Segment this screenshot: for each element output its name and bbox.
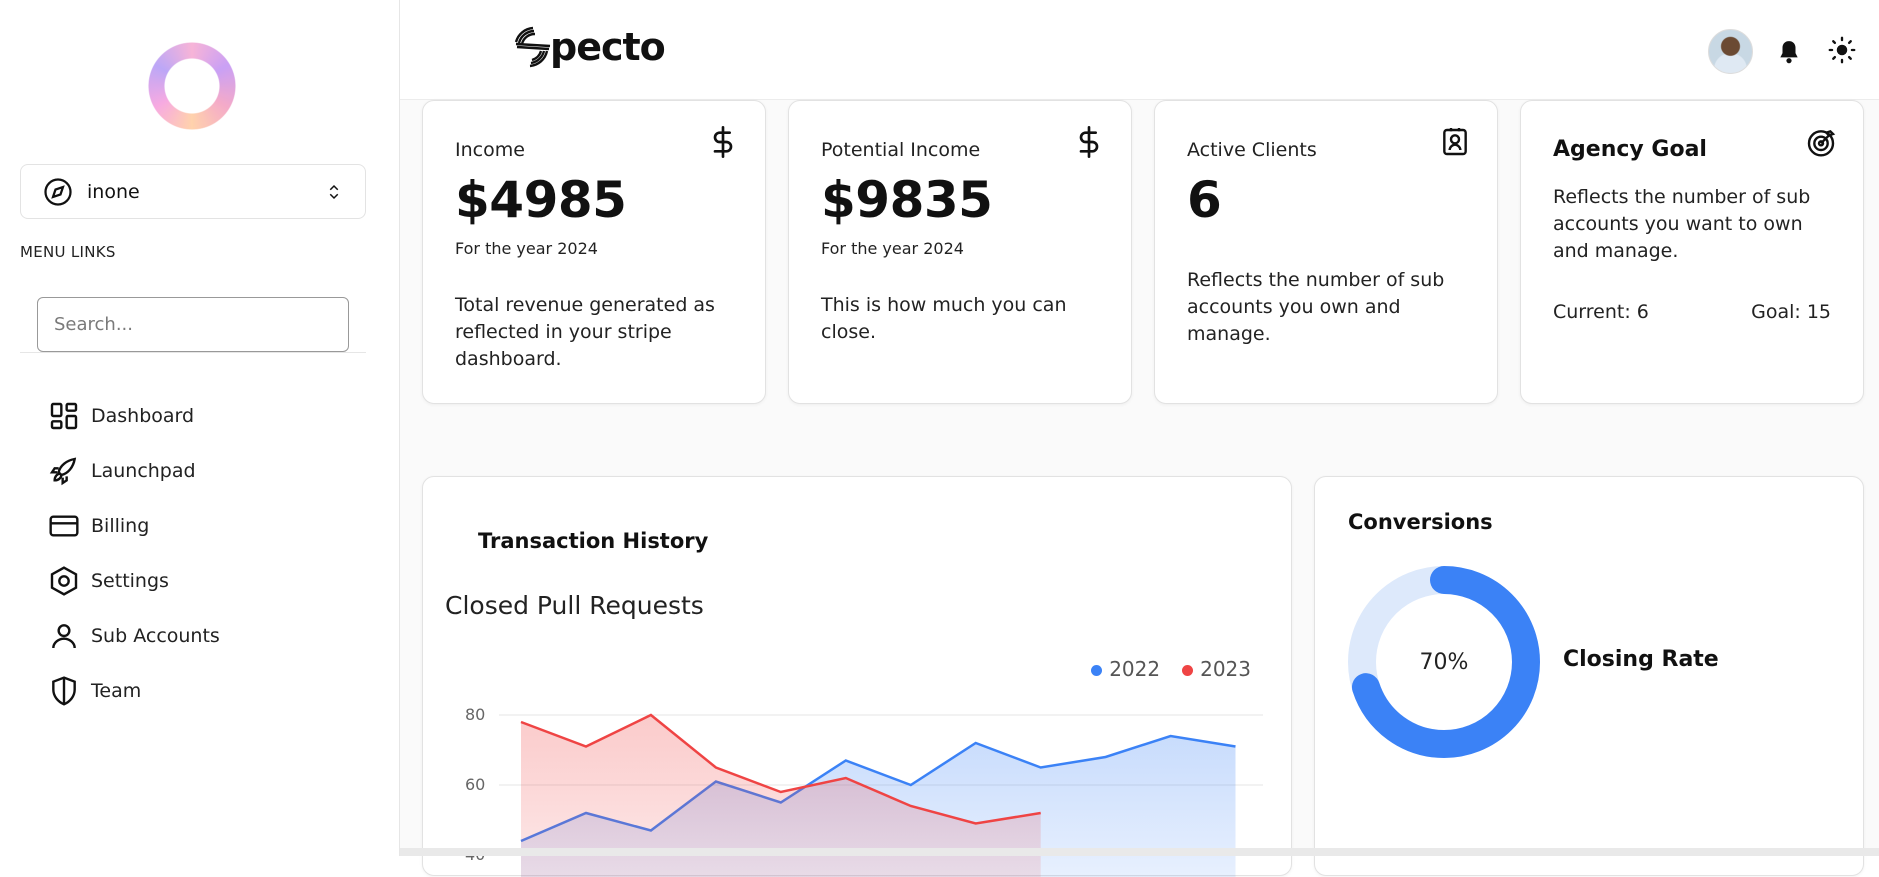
account-name: inone <box>87 180 140 203</box>
user-icon <box>52 623 76 648</box>
sidebar-item-sub-accounts[interactable]: Sub Accounts <box>48 608 220 663</box>
y-tick-label: 80 <box>465 705 485 724</box>
sun-icon[interactable] <box>1828 36 1856 64</box>
avatar[interactable] <box>1708 29 1753 74</box>
active-clients-card: Active Clients 6 Reflects the number of … <box>1154 100 1498 404</box>
y-tick-label: 60 <box>465 775 485 794</box>
sidebar-item-label: Launchpad <box>91 459 196 482</box>
card-label: Active Clients <box>1187 139 1317 161</box>
main-content: Income $4985 For the year 2024 Total rev… <box>400 100 1879 877</box>
goal-current: Current: 6 <box>1553 301 1649 323</box>
sidebar-item-label: Sub Accounts <box>91 624 220 647</box>
card-description: Reflects the number of sub accounts you … <box>1187 269 1445 345</box>
divider <box>20 352 366 353</box>
sidebar-item-label: Dashboard <box>91 404 195 427</box>
card-title: Conversions <box>1348 510 1493 534</box>
brand-name: pecto <box>550 25 666 69</box>
card-label: Income <box>455 139 525 161</box>
card-description: This is how much you can close. <box>821 294 1067 343</box>
donut-percent: 70% <box>1419 649 1469 675</box>
card-value: 6 <box>1187 171 1222 229</box>
dollar-icon <box>1079 126 1099 158</box>
card-label: Potential Income <box>821 139 981 161</box>
sidebar-item-label: Team <box>91 679 142 702</box>
card-value: $4985 <box>455 171 627 229</box>
sidebar-item-label: Settings <box>91 569 169 592</box>
credit-card-icon <box>49 514 79 537</box>
dashboard-icon <box>50 402 78 429</box>
card-description: Reflects the number of sub accounts you … <box>1553 186 1811 262</box>
brand-logo[interactable]: pecto <box>508 22 666 72</box>
chevron-up-down-icon <box>329 184 339 199</box>
sidebar: inone MENU LINKS Dashboard Launchpad Bil… <box>0 0 400 856</box>
sidebar-nav: Dashboard Launchpad Billing Settings Sub… <box>48 388 220 718</box>
sidebar-item-label: Billing <box>91 514 150 537</box>
target-icon <box>1807 129 1836 157</box>
settings-icon <box>50 565 78 596</box>
transaction-history-card: Transaction History Closed Pull Requests… <box>422 476 1292 877</box>
card-title: Agency Goal <box>1553 137 1707 162</box>
sidebar-item-settings[interactable]: Settings <box>48 553 220 608</box>
conversions-card: Conversions 70% Closing Rate <box>1314 476 1864 876</box>
income-card: Income $4985 For the year 2024 Total rev… <box>422 100 766 404</box>
search-input[interactable] <box>37 297 349 352</box>
menu-links-heading: MENU LINKS <box>20 243 116 261</box>
shield-icon <box>52 675 76 706</box>
agency-goal-card: Agency Goal Reflects the number of sub a… <box>1520 100 1864 404</box>
sidebar-item-dashboard[interactable]: Dashboard <box>48 388 220 443</box>
potential-income-card: Potential Income $9835 For the year 2024… <box>788 100 1132 404</box>
contact-icon <box>1443 128 1467 156</box>
area-chart: 806040 <box>465 705 1263 877</box>
dollar-icon <box>713 126 733 158</box>
account-switcher[interactable]: inone <box>20 164 366 219</box>
card-subtitle: For the year 2024 <box>455 239 598 258</box>
agency-logo[interactable] <box>148 42 236 130</box>
sidebar-item-launchpad[interactable]: Launchpad <box>48 443 220 498</box>
goal-progress-row: Current: 6 Goal: 15 <box>1553 301 1831 323</box>
card-subtitle: For the year 2024 <box>821 239 964 258</box>
sidebar-item-team[interactable]: Team <box>48 663 220 718</box>
horizontal-scrollbar[interactable] <box>400 848 1879 856</box>
rocket-icon <box>49 457 77 485</box>
goal-target: Goal: 15 <box>1751 301 1831 323</box>
card-description: Total revenue generated as reflected in … <box>455 294 715 370</box>
closing-rate-label: Closing Rate <box>1563 647 1719 672</box>
compass-icon <box>44 177 72 206</box>
card-value: $9835 <box>821 171 993 229</box>
sidebar-item-billing[interactable]: Billing <box>48 498 220 553</box>
bell-icon[interactable] <box>1776 38 1802 66</box>
